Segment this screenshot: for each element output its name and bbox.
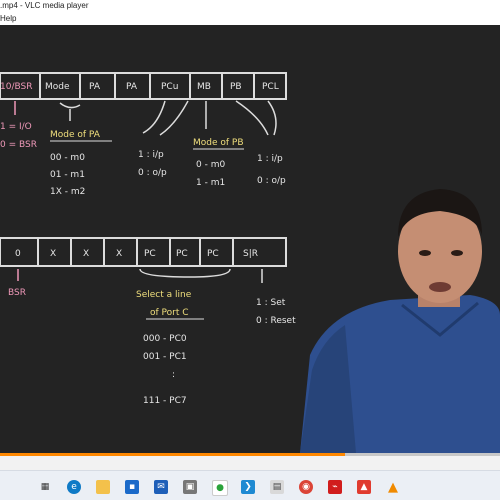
media-icon[interactable]: ●	[212, 480, 228, 496]
seek-bar[interactable]	[0, 453, 500, 456]
edge-icon[interactable]: e	[67, 480, 81, 494]
select-title-1: Select a line	[136, 290, 192, 300]
cw1-bsr-field: 10/BSR	[0, 82, 32, 92]
cw2-cell-x3: X	[116, 249, 122, 259]
chrome-icon[interactable]: ◉	[299, 480, 313, 494]
menu-help[interactable]: Help	[0, 13, 16, 24]
window-title: .mp4 - VLC media player	[0, 1, 89, 10]
pa-dir-1: 1 : i/p	[138, 150, 164, 160]
mode-pb-title: Mode of PB	[193, 138, 244, 148]
cw2-cell-pc2: PC	[176, 249, 188, 259]
mail-icon[interactable]: ✉	[154, 480, 168, 494]
reset-label: 0 : Reset	[256, 316, 296, 326]
pcl-dir-1: 1 : i/p	[257, 154, 283, 164]
mode-pa-line-2: 01 - m1	[50, 170, 85, 180]
select-line-dots: :	[172, 370, 175, 380]
select-line-2: 001 - PC1	[143, 352, 187, 362]
cw1-field-pcu: PCu	[161, 82, 178, 92]
mode-pb-line-2: 1 - m1	[196, 178, 225, 188]
cw1-field-pcl: PCL	[262, 82, 279, 92]
cw1-field-mode: Mode	[45, 82, 70, 92]
bsr-label: BSR	[8, 288, 26, 298]
taskbar: ▦ e ▪ ✉ ▣ ● ❯ ▤ ◉ ⌁ ▲ ▲	[0, 470, 500, 500]
select-line-3: 111 - PC7	[143, 396, 187, 406]
pa-dir-2: 0 : o/p	[138, 168, 167, 178]
mode-pa-line-1: 00 - m0	[50, 153, 85, 163]
cw2-cell-pc1: PC	[144, 249, 156, 259]
chalkboard: 10/BSR Mode PA PA PCu MB PB PCL 1 = I/O …	[0, 25, 500, 453]
player-controls[interactable]	[0, 453, 500, 470]
mode-pa-title: Mode of PA	[50, 130, 101, 140]
cw1-field-pa-1: PA	[89, 82, 101, 92]
vlc-icon[interactable]: ▲	[386, 480, 400, 495]
mode-pa-line-3: 1X - m2	[50, 187, 85, 197]
seek-bar-fill	[0, 453, 345, 456]
cw1-field-pb: PB	[230, 82, 242, 92]
video-frame[interactable]: 10/BSR Mode PA PA PCu MB PB PCL 1 = I/O …	[0, 25, 500, 453]
cw2-cell-x1: X	[50, 249, 56, 259]
io-note-2: 0 = BSR	[0, 140, 37, 150]
file-explorer-icon[interactable]	[96, 480, 110, 494]
title-bar: .mp4 - VLC media player	[0, 0, 500, 12]
pcl-dir-2: 0 : o/p	[257, 176, 286, 186]
cw2-cell-0: 0	[15, 249, 21, 259]
chip-icon[interactable]: ▣	[183, 480, 197, 494]
select-line-1: 000 - PC0	[143, 334, 187, 344]
io-note-1: 1 = I/O	[0, 122, 32, 132]
acrobat-icon[interactable]: ⌁	[328, 480, 342, 494]
photos-icon[interactable]: ▤	[270, 480, 284, 494]
cw1-field-pa-2: PA	[126, 82, 138, 92]
vscode-icon[interactable]: ❯	[241, 480, 255, 494]
store-icon[interactable]: ▪	[125, 480, 139, 494]
pdf-icon[interactable]: ▲	[357, 480, 371, 494]
cw2-cell-sr: S|R	[243, 249, 258, 259]
mode-pb-line-1: 0 - m0	[196, 160, 225, 170]
task-view-icon[interactable]: ▦	[38, 480, 52, 494]
menu-bar: Help	[0, 12, 500, 25]
cw1-field-mb: MB	[197, 82, 211, 92]
set-label: 1 : Set	[256, 298, 286, 308]
cw2-cell-pc3: PC	[207, 249, 219, 259]
cw2-cell-x2: X	[83, 249, 89, 259]
select-title-2: of Port C	[150, 308, 189, 318]
